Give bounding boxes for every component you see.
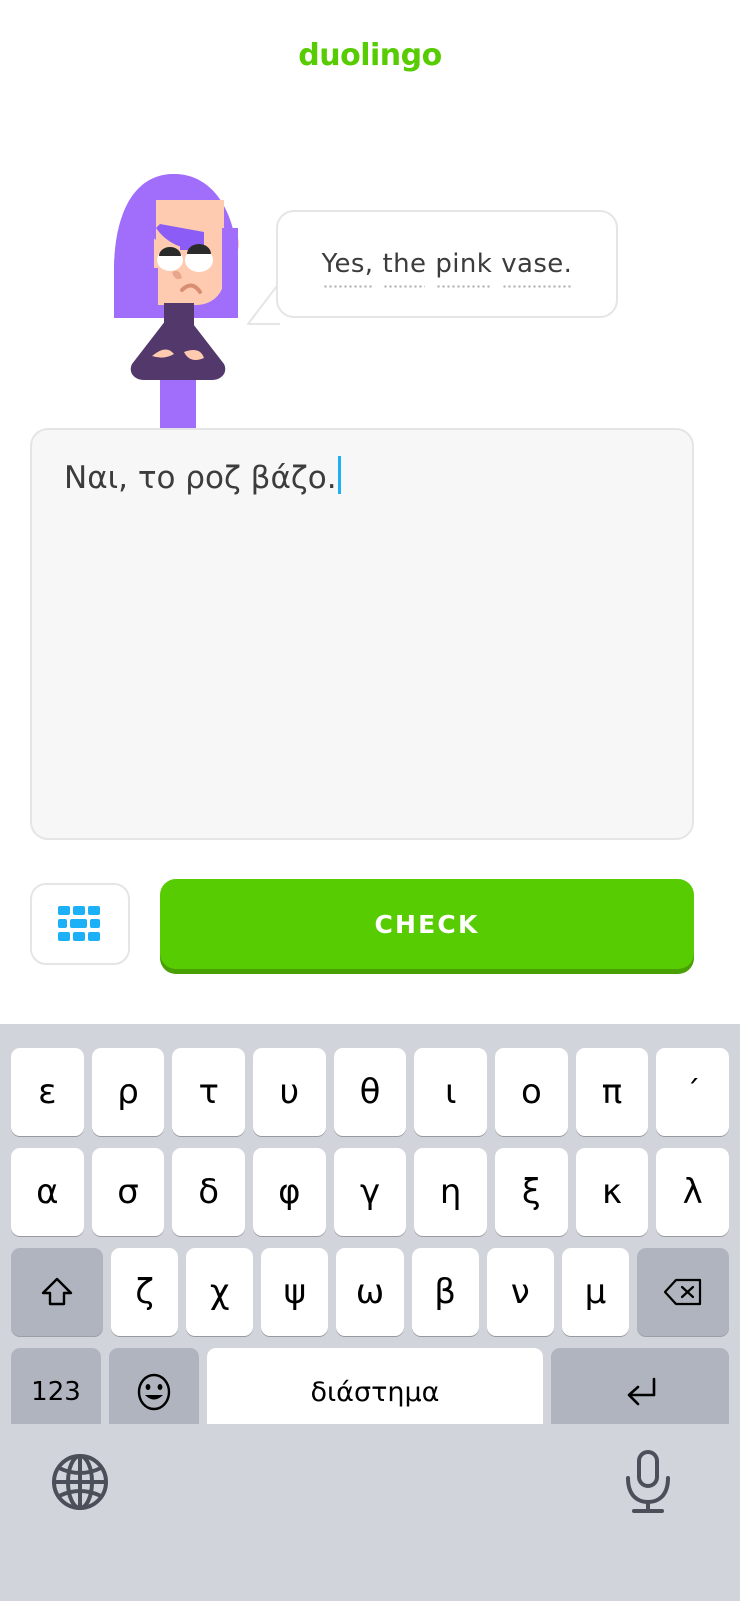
key-xi[interactable]: ξ (495, 1148, 568, 1236)
duolingo-lesson-screen: duolingo Yes, the pink vase. Ναι, το ροζ… (0, 0, 740, 1601)
duolingo-logo: duolingo (298, 38, 442, 73)
key-theta[interactable]: θ (333, 1048, 407, 1136)
key-chi[interactable]: χ (186, 1248, 254, 1336)
key-rho[interactable]: ρ (91, 1048, 165, 1136)
check-button[interactable]: CHECK (160, 879, 694, 969)
key-sigma[interactable]: σ (91, 1148, 165, 1236)
key-mu[interactable]: μ (561, 1248, 629, 1336)
prompt-speech-bubble[interactable]: Yes, the pink vase. (276, 210, 618, 318)
key-delta[interactable]: δ (172, 1148, 246, 1236)
backspace-key[interactable] (636, 1248, 729, 1336)
key-omega[interactable]: ω (336, 1248, 404, 1336)
prompt-text: Yes, the pink vase. (322, 249, 573, 288)
key-zeta[interactable]: ζ (111, 1248, 179, 1336)
key-nu[interactable]: ν (486, 1248, 554, 1336)
key-lambda[interactable]: λ (656, 1148, 730, 1236)
keyboard-row-4: 123 διάστημα (0, 1348, 740, 1436)
word-bank-toggle-button[interactable] (30, 883, 130, 965)
keyboard-row-2: α σ δ φ γ η ξ κ λ (0, 1148, 740, 1236)
answer-input[interactable]: Ναι, το ροζ βάζο. (30, 428, 694, 840)
hint-word-1[interactable]: Yes, (322, 249, 374, 288)
keyboard-row-1: ε ρ τ υ θ ι ο π ´ (0, 1048, 740, 1136)
key-eta[interactable]: η (414, 1148, 488, 1236)
key-psi[interactable]: ψ (261, 1248, 329, 1336)
key-epsilon[interactable]: ε (11, 1048, 84, 1136)
prompt-text-wrap: Yes, the pink vase. (316, 249, 579, 288)
lily-character (104, 168, 256, 430)
key-iota[interactable]: ι (414, 1048, 488, 1136)
globe-language-button[interactable] (48, 1450, 112, 1514)
key-phi[interactable]: φ (253, 1148, 326, 1236)
backspace-icon (663, 1278, 702, 1306)
key-tau[interactable]: τ (172, 1048, 246, 1136)
key-alpha[interactable]: α (11, 1148, 84, 1236)
microphone-icon (626, 1450, 670, 1513)
hint-word-3[interactable]: pink (435, 249, 492, 288)
hint-word-4[interactable]: vase. (501, 249, 572, 288)
enter-key[interactable] (551, 1348, 729, 1436)
smiley-icon (137, 1373, 171, 1411)
shift-arrow-icon (41, 1277, 73, 1306)
key-upsilon[interactable]: υ (253, 1048, 326, 1136)
key-omicron[interactable]: ο (495, 1048, 568, 1136)
emoji-key[interactable] (109, 1348, 199, 1436)
key-gamma[interactable]: γ (333, 1148, 407, 1236)
globe-icon (52, 1454, 108, 1510)
word-bank-icon (58, 906, 100, 941)
key-tonos-accent[interactable]: ´ (656, 1048, 730, 1136)
answer-text: Ναι, το ροζ βάζο. (64, 460, 337, 496)
hint-word-2[interactable]: the (382, 249, 426, 288)
keyboard-bottom-bar (0, 1424, 740, 1601)
text-caret (337, 456, 341, 494)
shift-key[interactable] (11, 1248, 103, 1336)
space-key[interactable]: διάστημα (207, 1348, 543, 1436)
key-kappa[interactable]: κ (575, 1148, 649, 1236)
microphone-button[interactable] (616, 1448, 680, 1516)
return-arrow-icon (627, 1377, 656, 1406)
key-beta[interactable]: β (411, 1248, 479, 1336)
keyboard-row-3: ζ χ ψ ω β ν μ (0, 1248, 740, 1336)
numbers-key[interactable]: 123 (11, 1348, 101, 1436)
key-pi[interactable]: π (575, 1048, 649, 1136)
